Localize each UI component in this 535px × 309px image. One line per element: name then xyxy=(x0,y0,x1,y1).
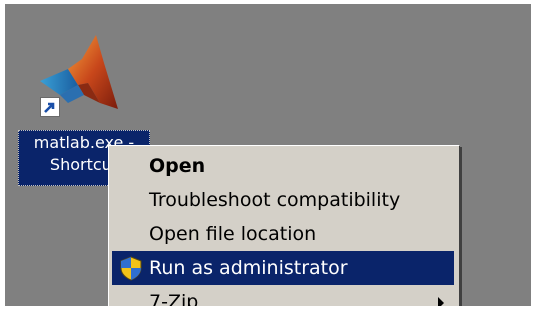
menu-item-label: Run as administrator xyxy=(149,257,348,279)
menu-item-label: 7-Zip xyxy=(149,291,199,306)
desktop: matlab.exe - Shortcut Open Troubleshoot … xyxy=(5,4,531,306)
menu-item-troubleshoot-compatibility[interactable]: Troubleshoot compatibility xyxy=(112,183,454,217)
chevron-right-icon xyxy=(438,297,444,306)
menu-item-label: Open xyxy=(149,155,206,177)
menu-item-open[interactable]: Open xyxy=(112,149,454,183)
context-menu: Open Troubleshoot compatibility Open fil… xyxy=(108,145,460,306)
shortcut-arrow-icon xyxy=(40,97,60,117)
menu-item-run-as-administrator[interactable]: Run as administrator xyxy=(112,251,454,285)
menu-item-label: Troubleshoot compatibility xyxy=(149,189,401,211)
menu-item-label: Open file location xyxy=(149,223,317,245)
menu-item-open-file-location[interactable]: Open file location xyxy=(112,217,454,251)
menu-item-7-zip[interactable]: 7-Zip xyxy=(112,285,454,306)
uac-shield-icon xyxy=(120,256,142,281)
